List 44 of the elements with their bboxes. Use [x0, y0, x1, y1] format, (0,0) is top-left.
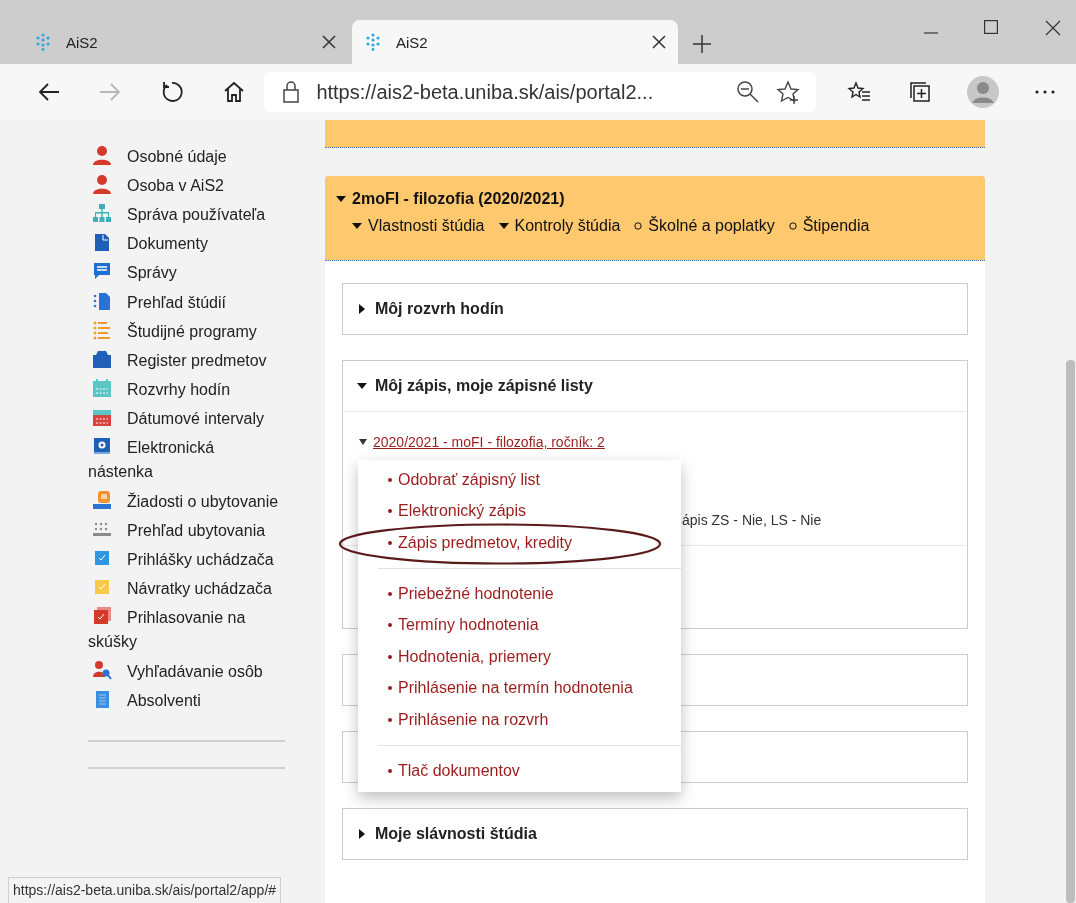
sidebar-item[interactable]: Osoba v AiS2 [88, 171, 280, 201]
sidebar-item[interactable]: Študijné programy [88, 317, 280, 347]
menu-item[interactable]: Priebežné hodnotenie [358, 577, 681, 610]
address-bar[interactable]: https://ais2-beta.uniba.sk/ais/portal2... [264, 72, 816, 112]
panel-title[interactable]: Môj rozvrh hodín [375, 300, 504, 318]
study-link[interactable]: Kontroly štúdia [498, 217, 621, 235]
browser-tab[interactable]: AiS2 [352, 20, 678, 64]
sidebar-item[interactable]: Správa používateľa [88, 200, 280, 230]
enrollment-info: ápis ZS - Nie, LS - Nie [682, 512, 822, 528]
sidebar-item[interactable]: Správy [88, 258, 280, 288]
tab-title: AiS2 [66, 33, 99, 51]
study-link[interactable]: Vlastnosti štúdia [352, 217, 485, 235]
status-url: https://ais2-beta.uniba.sk/ais/portal2/app/# [8, 877, 282, 903]
menu-item[interactable]: Odobrať zápisný list [358, 464, 681, 496]
sidebar-item[interactable]: Prihlasovanie na skúšky [88, 603, 280, 657]
sidebar-item[interactable]: Prihlášky uchádzača [88, 545, 280, 575]
sidebar-item[interactable]: Elektronická nástenka [88, 433, 280, 488]
sidebar-item[interactable]: Návratky uchádzača [88, 574, 280, 604]
panel-title[interactable]: Môj zápis, moje zápisné listy [375, 377, 593, 395]
menu-item[interactable]: Zápis predmetov, kredity [358, 527, 681, 559]
menu-item[interactable]: Prihlásenie na termín hodnotenia [358, 672, 681, 705]
menu-item[interactable]: Hodnotenia, priemery [358, 640, 681, 673]
sidebar-item[interactable]: Prehľad štúdií [88, 287, 280, 318]
menu-item[interactable]: Tlač dokumentov [358, 754, 681, 787]
sidebar-item[interactable]: Absolventi [88, 686, 280, 716]
sidebar-item[interactable]: Register predmetov [88, 346, 280, 376]
study-link[interactable]: Školné a poplatky [634, 217, 775, 235]
browser-tab[interactable]: AiS2 [22, 20, 348, 64]
menu-item[interactable]: Termíny hodnotenia [358, 609, 681, 641]
sidebar-item[interactable]: Osobné údaje [88, 142, 280, 172]
study-link[interactable]: Štipendia [788, 217, 870, 235]
sidebar-item[interactable]: Žiadosti o ubytovanie [88, 487, 280, 517]
panel-title[interactable]: Moje slávnosti štúdia [375, 825, 537, 843]
sidebar-item[interactable]: Prehľad ubytovania [88, 516, 280, 546]
tab-title: AiS2 [396, 33, 429, 51]
sidebar-item[interactable]: Dokumenty [88, 229, 280, 259]
sidebar-item[interactable]: Vyhľadávanie osôb [88, 657, 280, 687]
sidebar-item[interactable]: Dátumové intervaly [88, 404, 280, 434]
menu-item[interactable]: Elektronický zápis [358, 495, 681, 528]
enrollment-link[interactable]: 2020/2021 - moFI - filozofia, ročník: 2 [373, 434, 605, 450]
menu-item[interactable]: Prihlásenie na rozvrh [358, 704, 681, 736]
sidebar-item[interactable]: Rozvrhy hodín [88, 375, 280, 405]
study-title[interactable]: 2moFI - filozofia (2020/2021) [352, 190, 565, 208]
address-text: https://ais2-beta.uniba.sk/ais/portal2... [316, 80, 655, 104]
